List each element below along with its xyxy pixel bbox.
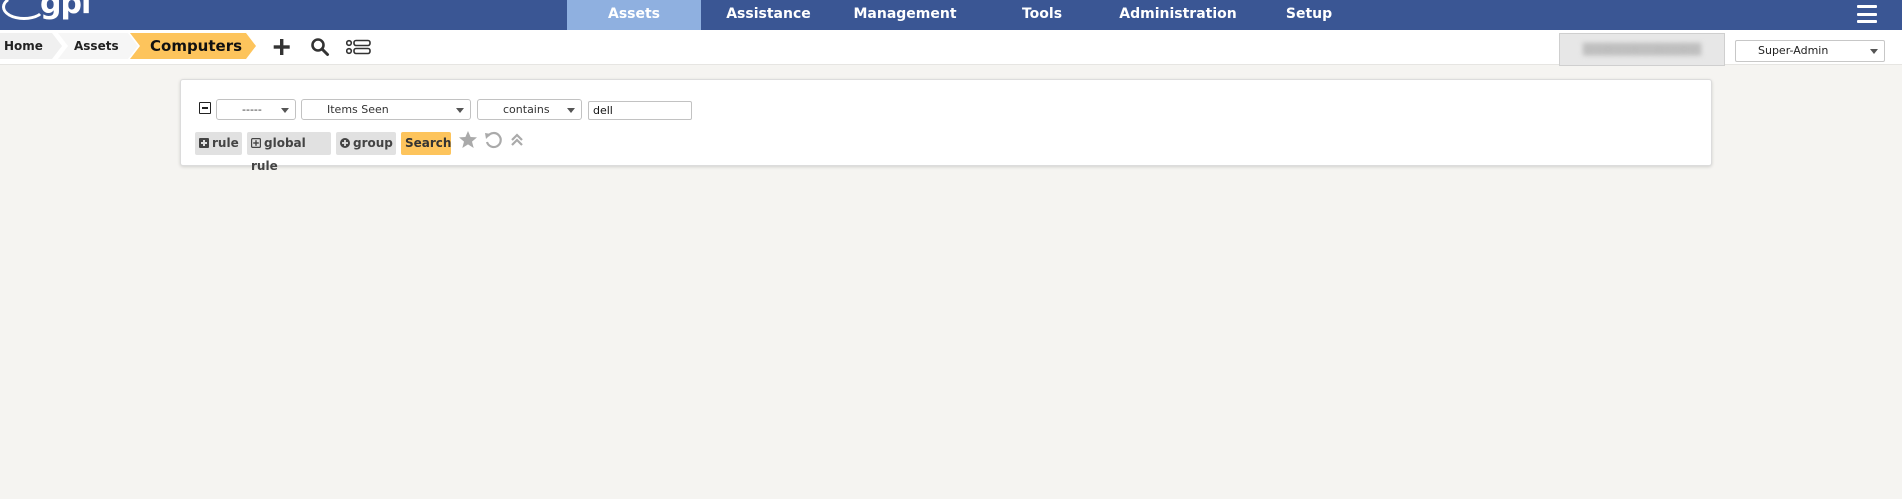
add-group-button[interactable]: group [336, 132, 396, 155]
plus-icon[interactable] [272, 36, 292, 58]
breadcrumb-assets[interactable]: Assets [58, 33, 138, 59]
link-operator-value: ----- [242, 103, 262, 116]
profile-select[interactable]: Super-Admin [1735, 40, 1885, 62]
link-operator-select[interactable]: ----- [216, 99, 296, 120]
menu-assistance[interactable]: Assistance [701, 0, 836, 30]
logo-text: gpi [40, 0, 91, 21]
entity-name-blurred: ▒▒▒▒▒▒▒▒▒▒▒▒▒▒ [1582, 43, 1702, 56]
field-select-value: Items Seen [327, 103, 389, 116]
menu-setup[interactable]: Setup [1246, 0, 1372, 30]
operator-select-value: contains [503, 103, 550, 116]
chevron-down-icon [567, 108, 575, 113]
menu-administration[interactable]: Administration [1110, 0, 1246, 30]
chevron-down-icon [1870, 49, 1878, 54]
field-select[interactable]: Items Seen [301, 99, 471, 120]
search-icon[interactable] [310, 36, 330, 58]
glpi-logo[interactable]: gpi [0, 0, 100, 22]
breadcrumb-home[interactable]: Home [0, 33, 62, 59]
menu-assets[interactable]: Assets [567, 0, 701, 30]
add-group-label: group [353, 136, 393, 150]
operator-select[interactable]: contains [477, 99, 582, 120]
add-rule-label: rule [212, 136, 239, 150]
search-criteria-panel: ----- Items Seen contains rule global ru… [180, 79, 1712, 173]
collapse-icon[interactable] [509, 130, 525, 150]
plus-square-outline-icon [251, 138, 261, 148]
breadcrumb-computers[interactable]: Computers [130, 33, 256, 59]
hamburger-menu-icon[interactable] [1857, 5, 1877, 23]
remove-criterion-icon[interactable] [199, 102, 211, 114]
search-button[interactable]: Search [401, 132, 451, 155]
entity-selector-button[interactable]: ▒▒▒▒▒▒▒▒▒▒▒▒▒▒ [1559, 33, 1725, 66]
plus-square-icon [199, 138, 209, 148]
main-menu: Assets Assistance Management Tools Admin… [567, 0, 1372, 30]
star-icon[interactable] [458, 130, 478, 150]
search-value-input[interactable] [588, 101, 692, 120]
add-global-rule-button[interactable]: global rule [247, 132, 331, 173]
menu-tools[interactable]: Tools [974, 0, 1110, 30]
menu-management[interactable]: Management [836, 0, 974, 30]
add-rule-button[interactable]: rule [195, 132, 242, 155]
top-navigation-bar: gpi Assets Assistance Management Tools A… [0, 0, 1902, 30]
chevron-down-icon [281, 108, 289, 113]
list-view-icon[interactable] [346, 36, 372, 58]
plus-circle-icon [340, 138, 350, 148]
chevron-down-icon [456, 108, 464, 113]
profile-select-value: Super-Admin [1758, 44, 1829, 57]
reset-icon[interactable] [483, 130, 503, 150]
